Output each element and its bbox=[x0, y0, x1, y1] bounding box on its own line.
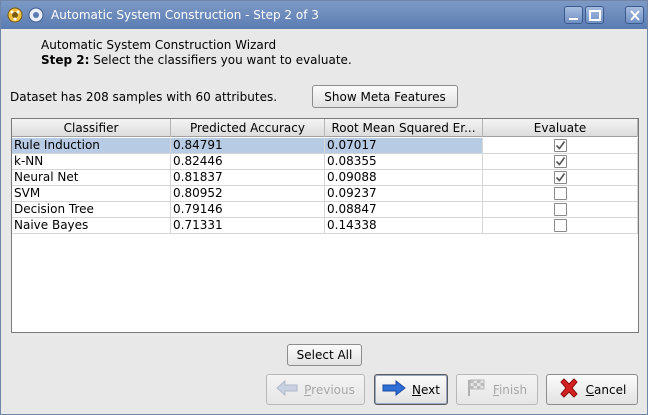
accuracy-cell: 0.71331 bbox=[171, 218, 325, 233]
rmse-cell: 0.09237 bbox=[325, 186, 483, 201]
cancel-button[interactable]: Cancel bbox=[546, 374, 638, 405]
checkered-flag-icon bbox=[467, 379, 487, 400]
next-button[interactable]: Next bbox=[374, 374, 448, 405]
rmse-cell: 0.07017 bbox=[325, 138, 483, 153]
evaluate-cell bbox=[483, 218, 638, 233]
evaluate-checkbox[interactable] bbox=[553, 219, 567, 232]
column-header-rmse[interactable]: Root Mean Squared Er... bbox=[325, 119, 483, 137]
classifier-cell: SVM bbox=[12, 186, 171, 201]
window-title: Automatic System Construction - Step 2 o… bbox=[51, 8, 319, 22]
accuracy-cell: 0.82446 bbox=[171, 154, 325, 169]
evaluate-cell bbox=[483, 154, 638, 169]
arrow-left-icon bbox=[276, 379, 298, 399]
close-button[interactable] bbox=[625, 6, 644, 24]
step-label: Step 2: bbox=[41, 53, 90, 67]
wizard-window: Automatic System Construction - Step 2 o… bbox=[0, 0, 648, 415]
table-row[interactable]: SVM 0.80952 0.09237 bbox=[12, 186, 638, 202]
classifier-cell: Decision Tree bbox=[12, 202, 171, 217]
evaluate-checkbox[interactable] bbox=[553, 171, 567, 184]
show-meta-features-button[interactable]: Show Meta Features bbox=[312, 85, 458, 108]
accuracy-cell: 0.81837 bbox=[171, 170, 325, 185]
column-header-classifier[interactable]: Classifier bbox=[12, 119, 171, 137]
title-bar[interactable]: Automatic System Construction - Step 2 o… bbox=[1, 1, 647, 29]
wizard-name: Automatic System Construction Wizard bbox=[41, 38, 277, 52]
evaluate-cell bbox=[483, 202, 638, 217]
evaluate-checkbox[interactable] bbox=[553, 155, 567, 168]
table-row[interactable]: Neural Net 0.81837 0.09088 bbox=[12, 170, 638, 186]
table-row[interactable]: Rule Induction 0.84791 0.07017 bbox=[12, 138, 638, 154]
dataset-info: Dataset has 208 samples with 60 attribut… bbox=[10, 90, 278, 104]
gear-icon[interactable] bbox=[7, 7, 23, 23]
accuracy-cell: 0.84791 bbox=[171, 138, 325, 153]
table-row[interactable]: Naive Bayes 0.71331 0.14338 bbox=[12, 218, 638, 234]
accuracy-cell: 0.79146 bbox=[171, 202, 325, 217]
minimize-button[interactable] bbox=[564, 6, 583, 24]
rmse-cell: 0.09088 bbox=[325, 170, 483, 185]
rmse-cell: 0.08847 bbox=[325, 202, 483, 217]
rmse-cell: 0.08355 bbox=[325, 154, 483, 169]
finish-label: Finish bbox=[492, 382, 528, 397]
table-row[interactable]: Decision Tree 0.79146 0.08847 bbox=[12, 202, 638, 218]
evaluate-cell bbox=[483, 138, 638, 153]
arrow-right-icon bbox=[382, 379, 406, 399]
evaluate-checkbox[interactable] bbox=[553, 139, 567, 152]
classifier-cell: Rule Induction bbox=[12, 138, 171, 153]
evaluate-cell bbox=[483, 186, 638, 201]
classifier-table: Classifier Predicted Accuracy Root Mean … bbox=[11, 118, 639, 333]
red-x-icon bbox=[558, 377, 580, 402]
next-label: Next bbox=[412, 382, 440, 397]
evaluate-checkbox[interactable] bbox=[553, 203, 567, 216]
table-header: Classifier Predicted Accuracy Root Mean … bbox=[12, 119, 638, 137]
evaluate-checkbox[interactable] bbox=[553, 187, 567, 200]
rmse-cell: 0.14338 bbox=[325, 218, 483, 233]
evaluate-cell bbox=[483, 170, 638, 185]
maximize-button[interactable] bbox=[585, 6, 604, 24]
classifier-cell: k-NN bbox=[12, 154, 171, 169]
table-row[interactable]: k-NN 0.82446 0.08355 bbox=[12, 154, 638, 170]
select-all-button[interactable]: Select All bbox=[287, 344, 362, 366]
previous-label: Previous bbox=[304, 382, 355, 397]
previous-button[interactable]: Previous bbox=[266, 374, 365, 405]
finish-button[interactable]: Finish bbox=[456, 374, 538, 405]
table-body: Rule Induction 0.84791 0.07017 k-NN 0.82… bbox=[12, 138, 638, 234]
column-header-accuracy[interactable]: Predicted Accuracy bbox=[171, 119, 325, 137]
step-instructions: Step 2: Select the classifiers you want … bbox=[41, 53, 352, 67]
step-text: Select the classifiers you want to evalu… bbox=[93, 53, 352, 67]
cancel-label: Cancel bbox=[585, 382, 627, 397]
window-menu-icon[interactable] bbox=[28, 7, 44, 23]
classifier-cell: Neural Net bbox=[12, 170, 171, 185]
classifier-cell: Naive Bayes bbox=[12, 218, 171, 233]
accuracy-cell: 0.80952 bbox=[171, 186, 325, 201]
column-header-evaluate[interactable]: Evaluate bbox=[483, 119, 638, 137]
